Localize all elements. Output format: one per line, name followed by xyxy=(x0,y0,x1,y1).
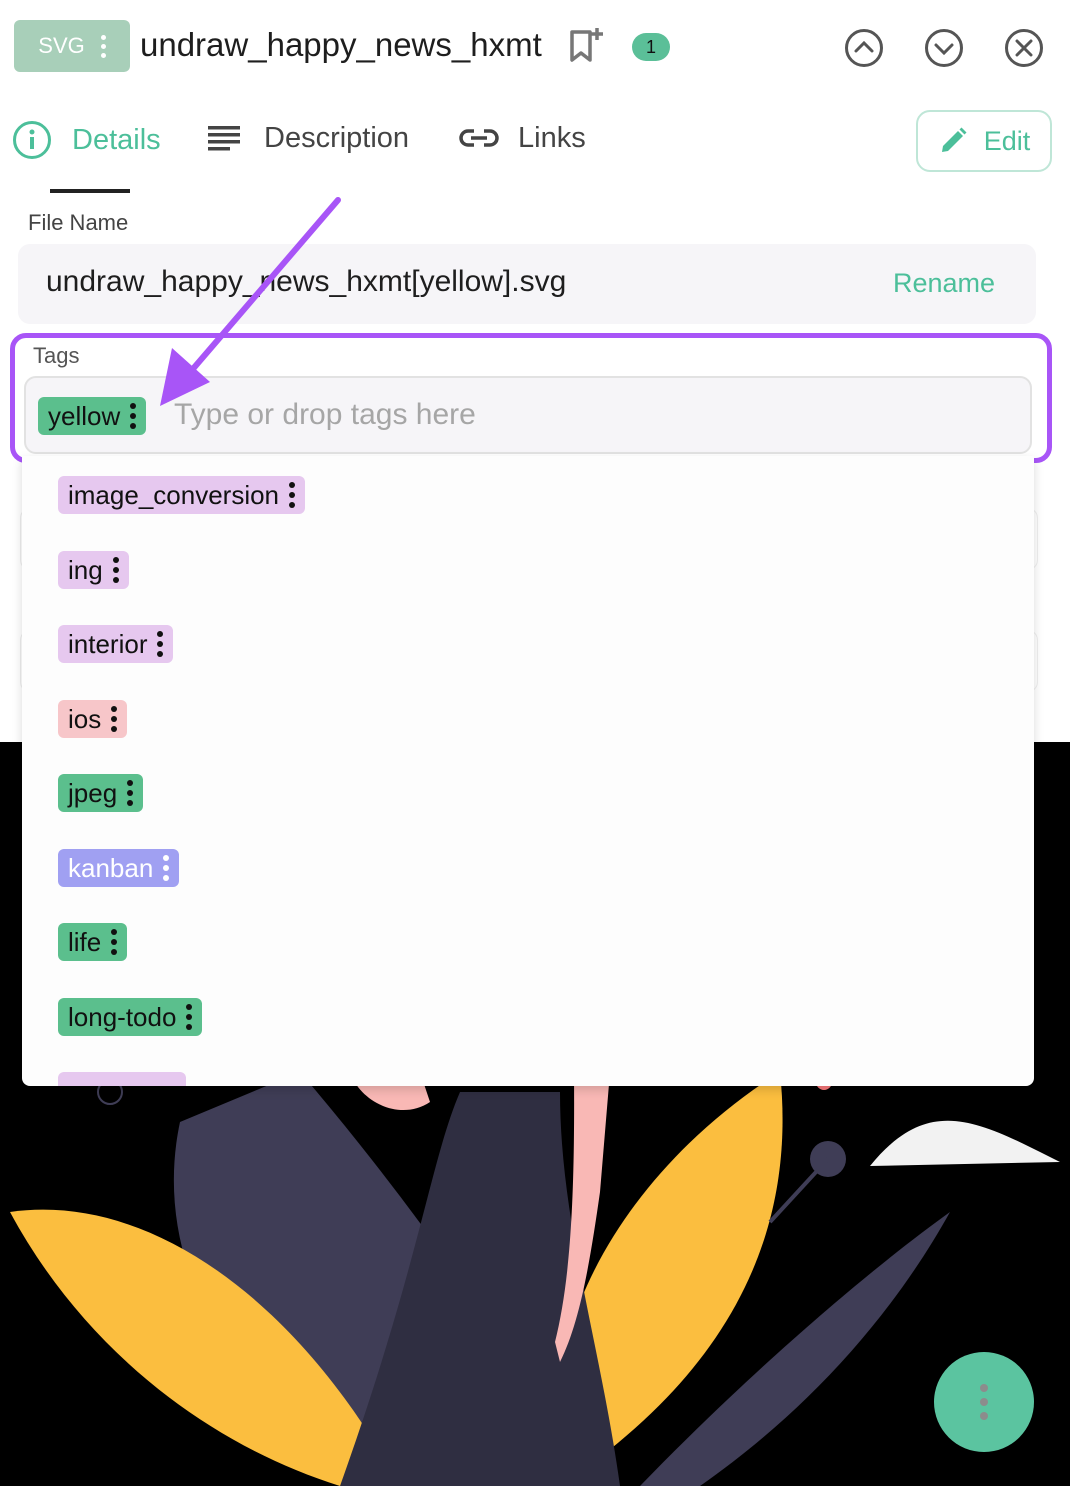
suggestion-chip[interactable]: jpeg xyxy=(58,774,144,812)
suggestion-label: ing xyxy=(68,554,103,585)
kebab-menu-icon[interactable] xyxy=(111,706,118,732)
suggestion-label: ios xyxy=(68,703,102,734)
annotation-arrow xyxy=(160,197,341,406)
suggestion-label: life xyxy=(68,926,102,957)
more-actions-button[interactable] xyxy=(934,1352,1034,1452)
kebab-menu-icon[interactable] xyxy=(163,855,170,881)
suggestion-chip[interactable]: ios xyxy=(58,700,128,738)
kebab-menu-icon[interactable] xyxy=(186,1004,193,1030)
suggestion-chip[interactable]: life xyxy=(58,923,128,961)
suggestion-chip[interactable]: kanban xyxy=(58,849,180,887)
kebab-menu-icon[interactable] xyxy=(157,631,164,657)
suggestion-chip[interactable] xyxy=(58,1072,186,1086)
suggestion-label: kanban xyxy=(68,852,154,883)
suggestion-chip[interactable]: ing xyxy=(58,551,129,589)
kebab-menu-icon[interactable] xyxy=(111,929,118,955)
suggestion-chip[interactable]: long-todo xyxy=(58,998,203,1036)
suggestion-label: jpeg xyxy=(68,777,118,808)
suggestion-label: long-todo xyxy=(68,1001,177,1032)
kebab-menu-icon[interactable] xyxy=(127,780,134,806)
suggestion-label: interior xyxy=(68,628,148,659)
kebab-menu-icon xyxy=(980,1384,988,1420)
kebab-menu-icon[interactable] xyxy=(112,557,119,583)
tag-suggestions-dropdown[interactable]: image_conversion ing interior ios jpeg k… xyxy=(22,456,1034,1086)
suggestion-chip[interactable]: interior xyxy=(58,625,174,663)
